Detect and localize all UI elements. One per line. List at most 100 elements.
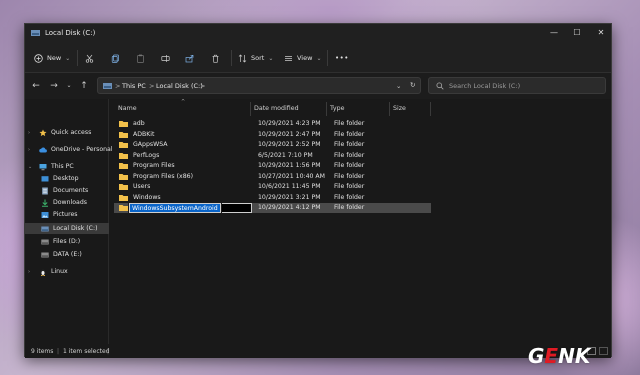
- address-row: ← → ⌄ ↑ > This PC > Local Disk (C:) > ⌄ …: [25, 73, 611, 99]
- maximize-button[interactable]: ☐: [570, 27, 584, 39]
- sidebar-item-label: Linux: [51, 268, 68, 275]
- column-divider[interactable]: [389, 102, 390, 116]
- column-header-name[interactable]: Name: [118, 102, 137, 116]
- sidebar-item-label: Documents: [53, 187, 89, 194]
- folder-icon: [119, 121, 128, 127]
- rename-input-tail[interactable]: [222, 203, 252, 213]
- chevron-down-icon: ⌄: [28, 163, 33, 170]
- rename-button[interactable]: [161, 51, 170, 65]
- more-options-button[interactable]: •••: [335, 51, 349, 65]
- downloads-icon: [42, 199, 48, 207]
- sort-label: Sort: [251, 54, 265, 62]
- address-bar[interactable]: > This PC > Local Disk (C:) > ⌄ ↻: [97, 77, 421, 94]
- navigation-pane: › Quick access › OneDrive - Personal ⌄ T…: [25, 99, 113, 344]
- back-button[interactable]: ←: [30, 80, 42, 92]
- sidebar-item-pictures[interactable]: Pictures: [25, 209, 109, 220]
- file-type: File folder: [334, 204, 365, 211]
- sidebar-item-data-e[interactable]: DATA (E:): [25, 249, 109, 260]
- window-title: Local Disk (C:): [45, 29, 96, 37]
- table-row[interactable]: Windows 10/29/2021 3:21 PM File folder: [114, 193, 431, 203]
- chevron-down-icon: ⌄: [65, 54, 71, 62]
- sidebar-item-downloads[interactable]: Downloads: [25, 197, 109, 208]
- table-row-selected[interactable]: WindowsSubsystemAndroid 10/29/2021 4:12 …: [114, 202, 431, 214]
- column-header-type[interactable]: Type: [330, 102, 344, 116]
- sidebar-item-label: Files (D:): [53, 238, 81, 245]
- toolbar-divider: [77, 50, 78, 66]
- cut-button[interactable]: [85, 51, 94, 65]
- column-divider[interactable]: [430, 102, 431, 116]
- table-row[interactable]: PerfLogs 6/5/2021 7:10 PM File folder: [114, 151, 431, 161]
- rename-input[interactable]: WindowsSubsystemAndroid: [128, 202, 222, 214]
- file-type: File folder: [334, 193, 365, 201]
- sidebar-item-documents[interactable]: Documents: [25, 185, 109, 196]
- forward-button[interactable]: →: [48, 80, 60, 92]
- column-divider[interactable]: [326, 102, 327, 116]
- file-name: ADBKit: [133, 130, 155, 138]
- sidebar-item-label: OneDrive - Personal: [51, 146, 113, 153]
- file-date: 10/29/2021 3:21 PM: [258, 193, 321, 201]
- breadcrumb-local-disk[interactable]: Local Disk (C:): [156, 82, 203, 90]
- recent-locations-button[interactable]: ⌄: [63, 80, 75, 92]
- close-button[interactable]: ✕: [594, 27, 608, 39]
- desktop-icon: [41, 175, 49, 181]
- file-type: File folder: [334, 162, 365, 169]
- sidebar-item-label: Local Disk (C:): [53, 225, 98, 232]
- file-name: GAppsWSA: [133, 141, 168, 148]
- address-dropdown-icon[interactable]: ⌄: [396, 82, 401, 90]
- sidebar-item-quick-access[interactable]: › Quick access: [25, 127, 109, 138]
- sidebar-item-local-disk-c[interactable]: Local Disk (C:): [25, 223, 109, 234]
- file-name: Program Files (x86): [133, 172, 193, 180]
- file-type: File folder: [334, 183, 365, 190]
- table-row[interactable]: Program Files 10/29/2021 1:56 PM File fo…: [114, 161, 431, 171]
- new-label: New: [47, 54, 62, 62]
- folder-icon: [119, 142, 128, 148]
- breadcrumb-separator: >: [115, 82, 121, 90]
- minimize-button[interactable]: —: [547, 27, 561, 39]
- breadcrumb-separator: >: [149, 82, 155, 90]
- table-row[interactable]: GAppsWSA 10/29/2021 2:52 PM File folder: [114, 140, 431, 150]
- documents-icon: [42, 187, 48, 194]
- column-divider[interactable]: [250, 102, 251, 116]
- sidebar-item-linux[interactable]: › Linux: [25, 266, 109, 277]
- command-bar: New ⌄ Sort ⌄ View ⌄ •••: [25, 43, 611, 73]
- breadcrumb-this-pc[interactable]: This PC: [122, 82, 146, 90]
- up-button[interactable]: ↑: [78, 80, 90, 92]
- sidebar-item-desktop[interactable]: Desktop: [25, 173, 109, 184]
- file-date: 10/27/2021 10:40 AM: [258, 172, 325, 180]
- linux-icon: [40, 269, 46, 276]
- drive-icon: [103, 83, 112, 89]
- share-icon: [185, 54, 194, 62]
- table-row[interactable]: Program Files (x86) 10/27/2021 10:40 AM …: [114, 172, 431, 182]
- folder-icon: [119, 205, 128, 211]
- view-label: View: [297, 54, 313, 62]
- explorer-window: Local Disk (C:) — ☐ ✕ New ⌄ Sort ⌄ View …: [24, 23, 612, 358]
- status-divider: |: [107, 348, 110, 355]
- table-row[interactable]: Users 10/6/2021 11:45 PM File folder: [114, 182, 431, 192]
- refresh-icon[interactable]: ↻: [410, 81, 415, 89]
- title-bar[interactable]: Local Disk (C:) — ☐ ✕: [25, 24, 611, 43]
- search-icon: [436, 82, 444, 90]
- sidebar-item-label: Desktop: [53, 175, 79, 182]
- sort-button[interactable]: Sort ⌄: [238, 51, 273, 65]
- search-input[interactable]: Search Local Disk (C:): [428, 77, 606, 94]
- folder-icon: [119, 184, 128, 190]
- tiles-view-button[interactable]: [599, 347, 608, 355]
- copy-button[interactable]: [111, 51, 120, 65]
- toolbar-divider: [327, 50, 328, 66]
- sidebar-item-onedrive[interactable]: › OneDrive - Personal: [25, 144, 113, 155]
- table-row[interactable]: adb 10/29/2021 4:23 PM File folder: [114, 119, 431, 129]
- share-button[interactable]: [185, 51, 194, 65]
- folder-icon: [119, 194, 128, 201]
- table-row[interactable]: ADBKit 10/29/2021 2:47 PM File folder: [114, 130, 431, 140]
- cloud-icon: [39, 147, 47, 152]
- view-button[interactable]: View ⌄: [284, 51, 321, 65]
- column-header-size[interactable]: Size: [393, 102, 406, 116]
- delete-button[interactable]: [211, 51, 220, 65]
- file-name: PerfLogs: [133, 151, 160, 159]
- file-date: 10/29/2021 4:23 PM: [258, 120, 321, 127]
- new-button[interactable]: New ⌄: [34, 51, 70, 65]
- column-header-date[interactable]: Date modified: [254, 102, 299, 116]
- paste-button[interactable]: [136, 51, 145, 65]
- sidebar-item-files-d[interactable]: Files (D:): [25, 236, 109, 247]
- sidebar-item-this-pc[interactable]: ⌄ This PC: [25, 161, 109, 172]
